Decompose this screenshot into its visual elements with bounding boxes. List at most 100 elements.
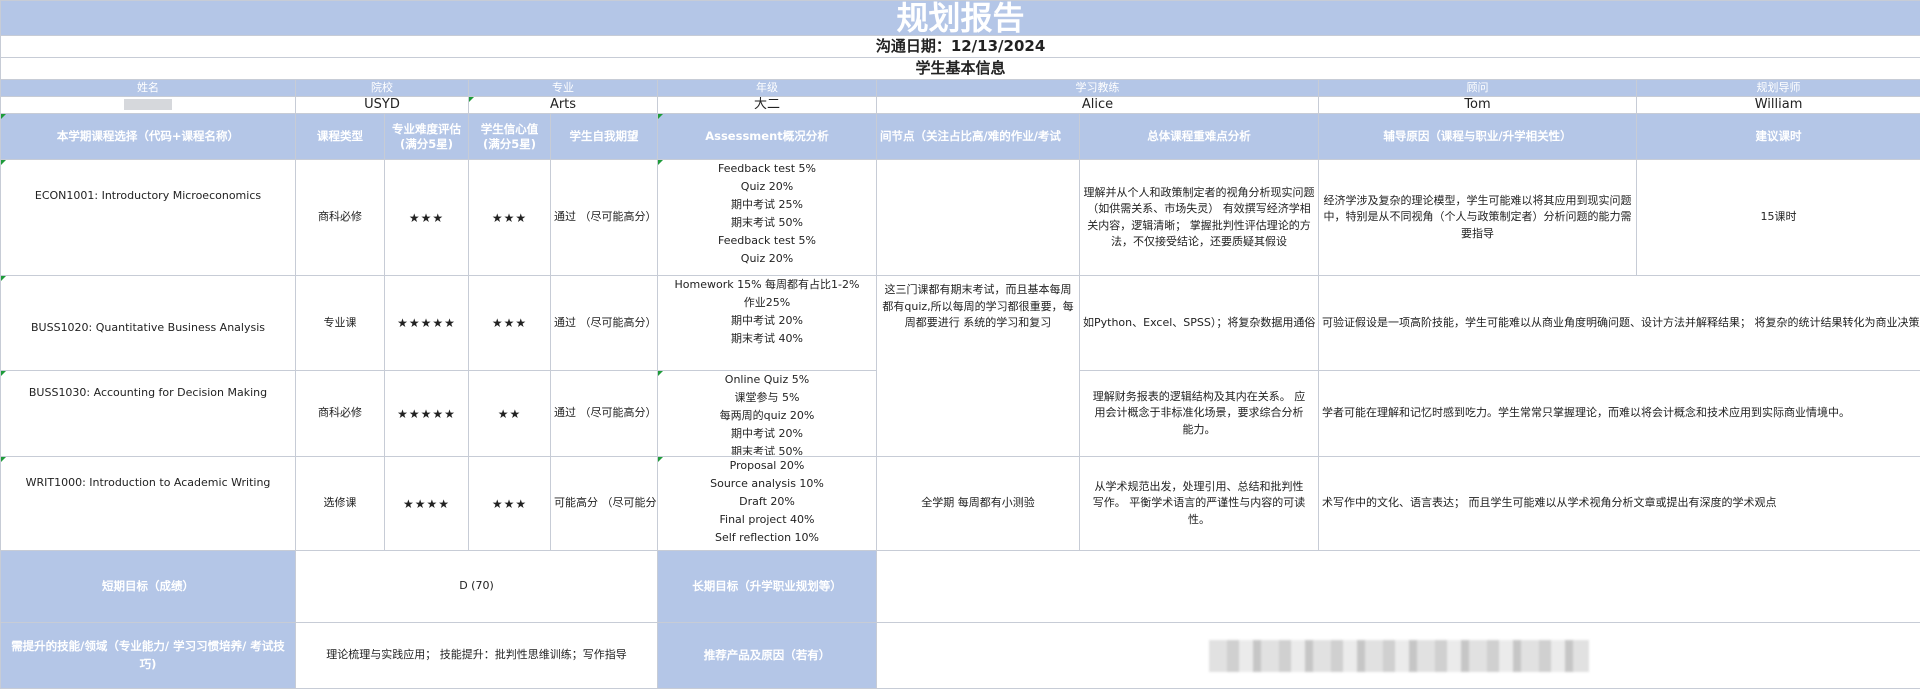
course-header-reason: 辅导原因（课程与职业/升学相关性） (1318, 113, 1637, 160)
table-row: ECON1001: Introductory Microeconomics 商科… (0, 159, 1920, 276)
assessment-item: 课堂参与 5% (734, 391, 800, 404)
product-label: 推荐产品及原因（若有） (657, 622, 877, 689)
difficulty-stars[interactable]: ★★★ (384, 159, 469, 276)
course-name[interactable]: ECON1001: Introductory Microeconomics (0, 159, 296, 276)
page-title: 规划报告 (0, 0, 1920, 36)
assessment-item: Final project 40% (719, 513, 815, 526)
tutoring-reason[interactable]: 术写作中的文化、语言表达； 而且学生可能难以从学术视角分析文章或提出有深度的学术… (1317, 456, 1920, 551)
assessment-item: 期末考试 50% (731, 216, 803, 229)
assessment-cell[interactable]: Feedback test 5% Quiz 20% 期中考试 25% 期末考试 … (657, 159, 877, 276)
report-table: 规划报告 沟通日期：12/13/2024 学生基本信息 姓名 院校 专业 年级 … (0, 0, 1920, 689)
difficulty-stars[interactable]: ★★★★★ (384, 275, 469, 371)
assessment-item: 期末考试 40% (731, 332, 803, 345)
assessment-item: 期末考试 50% (731, 445, 803, 455)
assessment-item: Self reflection 10% (715, 531, 819, 544)
advisor-value[interactable]: Tom (1318, 96, 1637, 114)
course-header-assessment: Assessment概况分析 (657, 113, 877, 160)
confidence-stars[interactable]: ★★★ (468, 159, 551, 276)
confidence-stars[interactable]: ★★★ (468, 456, 551, 551)
basic-header-row: 姓名 院校 专业 年级 学习教练 顾问 规划导师 (0, 79, 1920, 97)
assessment-item: Draft 20% (739, 495, 795, 508)
course-type[interactable]: 商科必修 (295, 159, 385, 276)
difficulty-stars[interactable]: ★★★★★ (384, 370, 469, 457)
course-name[interactable]: WRIT1000: Introduction to Academic Writi… (0, 456, 296, 551)
course-type[interactable]: 商科必修 (295, 370, 385, 457)
header-major: 专业 (468, 79, 658, 97)
assessment-cell[interactable]: Online Quiz 5% 课堂参与 5% 每两周的quiz 20% 期中考试… (657, 370, 877, 457)
header-grade: 年级 (657, 79, 877, 97)
course-header-hours: 建议课时 (1635, 113, 1920, 160)
timeline-cell[interactable]: 全学期 每周都有小测验 (876, 456, 1080, 551)
assessment-item: 每两周的quiz 20% (719, 409, 815, 422)
header-advisor: 顾问 (1318, 79, 1637, 97)
goals-row: 短期目标（成绩） D (70) 长期目标（升学职业规划等） (0, 550, 1920, 623)
table-row: WRIT1000: Introduction to Academic Writi… (0, 456, 1920, 551)
course-header-difficulty: 专业难度评估 (满分5星) (384, 113, 469, 160)
course-analysis[interactable]: 理解财务报表的逻辑结构及其内在关系。 应用会计概念于非标准化场景，要求综合分析能… (1079, 370, 1319, 457)
timeline-cell[interactable] (876, 159, 1080, 276)
skills-row: 需提升的技能/领域（专业能力/ 学习习惯培养/ 考试技巧) 理论梳理与实践应用；… (0, 622, 1920, 689)
assessment-item: Feedback test 5% (718, 162, 816, 175)
self-expectation[interactable]: 可能高分 （尽可能分 (550, 456, 658, 551)
assessment-item: Homework 15% 每周都有占比1-2% (674, 278, 860, 291)
course-name[interactable]: BUSS1020: Quantitative Business Analysis (0, 275, 296, 371)
skills-value[interactable]: 理论梳理与实践应用； 技能提升：批判性思维训练；写作指导 (295, 622, 658, 689)
student-name-cell[interactable] (0, 96, 296, 114)
communication-date: 沟通日期：12/13/2024 (0, 35, 1920, 58)
report-sheet: 规划报告 沟通日期：12/13/2024 学生基本信息 姓名 院校 专业 年级 … (0, 0, 1920, 689)
tutoring-reason[interactable]: 可验证假设是一项高阶技能，学生可能难以从商业角度明确问题、设计方法并解释结果； … (1317, 275, 1920, 371)
self-expectation[interactable]: 通过 （尽可能高分） (550, 159, 658, 276)
assessment-cell[interactable]: Homework 15% 每周都有占比1-2% 作业25% 期中考试 20% 期… (657, 275, 877, 371)
assessment-item: 作业25% (743, 296, 791, 309)
self-expectation[interactable]: 通过 （尽可能高分） (550, 370, 658, 457)
assessment-item: Source analysis 10% (710, 477, 824, 490)
course-header-type: 课程类型 (295, 113, 385, 160)
difficulty-stars[interactable]: ★★★★ (384, 456, 469, 551)
course-header-name: 本学期课程选择（代码+课程名称） (0, 113, 296, 160)
header-coach: 学习教练 (876, 79, 1319, 97)
timeline-merged[interactable]: 这三门课都有期末考试，而且基本每周都有quiz,所以每周的学习都很重要，每周都要… (876, 275, 1080, 457)
suggested-hours[interactable]: 15课时 (1635, 159, 1920, 276)
confidence-stars[interactable]: ★★★ (468, 275, 551, 371)
course-header-timeline: 间节点（关注占比高/难的作业/考试 (876, 113, 1080, 160)
course-header-analysis: 总体课程重难点分析 (1079, 113, 1319, 160)
section-basic-info: 学生基本信息 (0, 57, 1920, 80)
short-term-goal-label: 短期目标（成绩） (0, 550, 296, 623)
redacted-name (124, 99, 172, 110)
course-header-expectation: 学生自我期望 (550, 113, 658, 160)
assessment-item: Quiz 20% (740, 180, 794, 193)
course-analysis[interactable]: 理解并从个人和政策制定者的视角分析现实问题（如供需关系、市场失灵） 有效撰写经济… (1079, 159, 1319, 276)
assessment-item: Quiz 20% (740, 252, 794, 265)
course-header-row: 本学期课程选择（代码+课程名称） 课程类型 专业难度评估 (满分5星) 学生信心… (0, 113, 1920, 160)
course-name[interactable]: BUSS1030: Accounting for Decision Making (0, 370, 296, 457)
assessment-item: Online Quiz 5% (724, 373, 810, 386)
coach-value[interactable]: Alice (876, 96, 1319, 114)
course-header-confidence: 学生信心值 (满分5星) (468, 113, 551, 160)
header-mentor: 规划导师 (1635, 79, 1920, 97)
table-row: BUSS1020: Quantitative Business Analysis… (0, 275, 1920, 457)
course-type[interactable]: 选修课 (295, 456, 385, 551)
mentor-value[interactable]: William (1635, 96, 1920, 114)
tutoring-reason[interactable]: 学者可能在理解和记忆时感到吃力。学生常常只掌握理论，而难以将会计概念和技术应用到… (1317, 370, 1920, 457)
confidence-stars[interactable]: ★★ (468, 370, 551, 457)
product-value[interactable] (875, 622, 1920, 689)
assessment-item: 期中考试 20% (731, 314, 803, 327)
header-school: 院校 (295, 79, 469, 97)
long-term-goal-value[interactable] (875, 550, 1920, 623)
course-type[interactable]: 专业课 (295, 275, 385, 371)
school-value[interactable]: USYD (295, 96, 469, 114)
course-analysis[interactable]: 如Python、Excel、SPSS）；将复杂数据用通俗 (1079, 275, 1319, 371)
self-expectation[interactable]: 通过 （尽可能高分） (550, 275, 658, 371)
grade-value[interactable]: 大二 (657, 96, 877, 114)
major-value[interactable]: Arts (468, 96, 658, 114)
assessment-item: 期中考试 20% (731, 427, 803, 440)
assessment-item: Proposal 20% (729, 459, 805, 472)
skills-label: 需提升的技能/领域（专业能力/ 学习习惯培养/ 考试技巧) (0, 622, 296, 689)
assessment-item: 期中考试 25% (731, 198, 803, 211)
tutoring-reason[interactable]: 经济学涉及复杂的理论模型，学生可能难以将其应用到现实问题中，特别是从不同视角（个… (1318, 159, 1637, 276)
header-name: 姓名 (0, 79, 296, 97)
short-term-goal-value[interactable]: D (70) (295, 550, 658, 623)
assessment-cell[interactable]: Proposal 20% Source analysis 10% Draft 2… (657, 456, 877, 551)
course-analysis[interactable]: 从学术规范出发，处理引用、总结和批判性写作。 平衡学术语言的严谨性与内容的可读性… (1079, 456, 1319, 551)
assessment-item: Feedback test 5% (718, 234, 816, 247)
